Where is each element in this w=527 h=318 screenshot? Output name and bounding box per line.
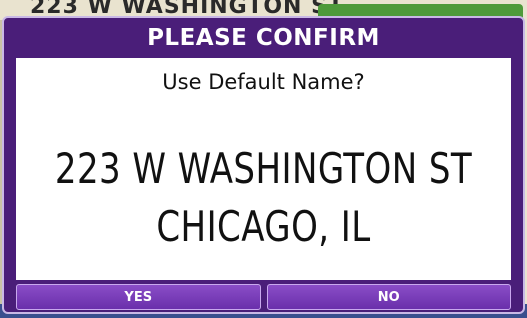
address-line-2: CHICAGO, IL — [156, 202, 371, 251]
yes-button[interactable]: YES — [16, 284, 261, 310]
dialog-buttons: YES NO — [16, 284, 511, 310]
confirm-dialog: PLEASE CONFIRM Use Default Name? 223 W W… — [2, 16, 525, 314]
dialog-content: Use Default Name? 223 W WASHINGTON ST CH… — [16, 58, 511, 280]
address-line-1: 223 W WASHINGTON ST — [54, 144, 473, 193]
dialog-question: Use Default Name? — [162, 70, 365, 94]
dialog-title: PLEASE CONFIRM — [147, 25, 380, 51]
no-button[interactable]: NO — [266, 284, 511, 310]
